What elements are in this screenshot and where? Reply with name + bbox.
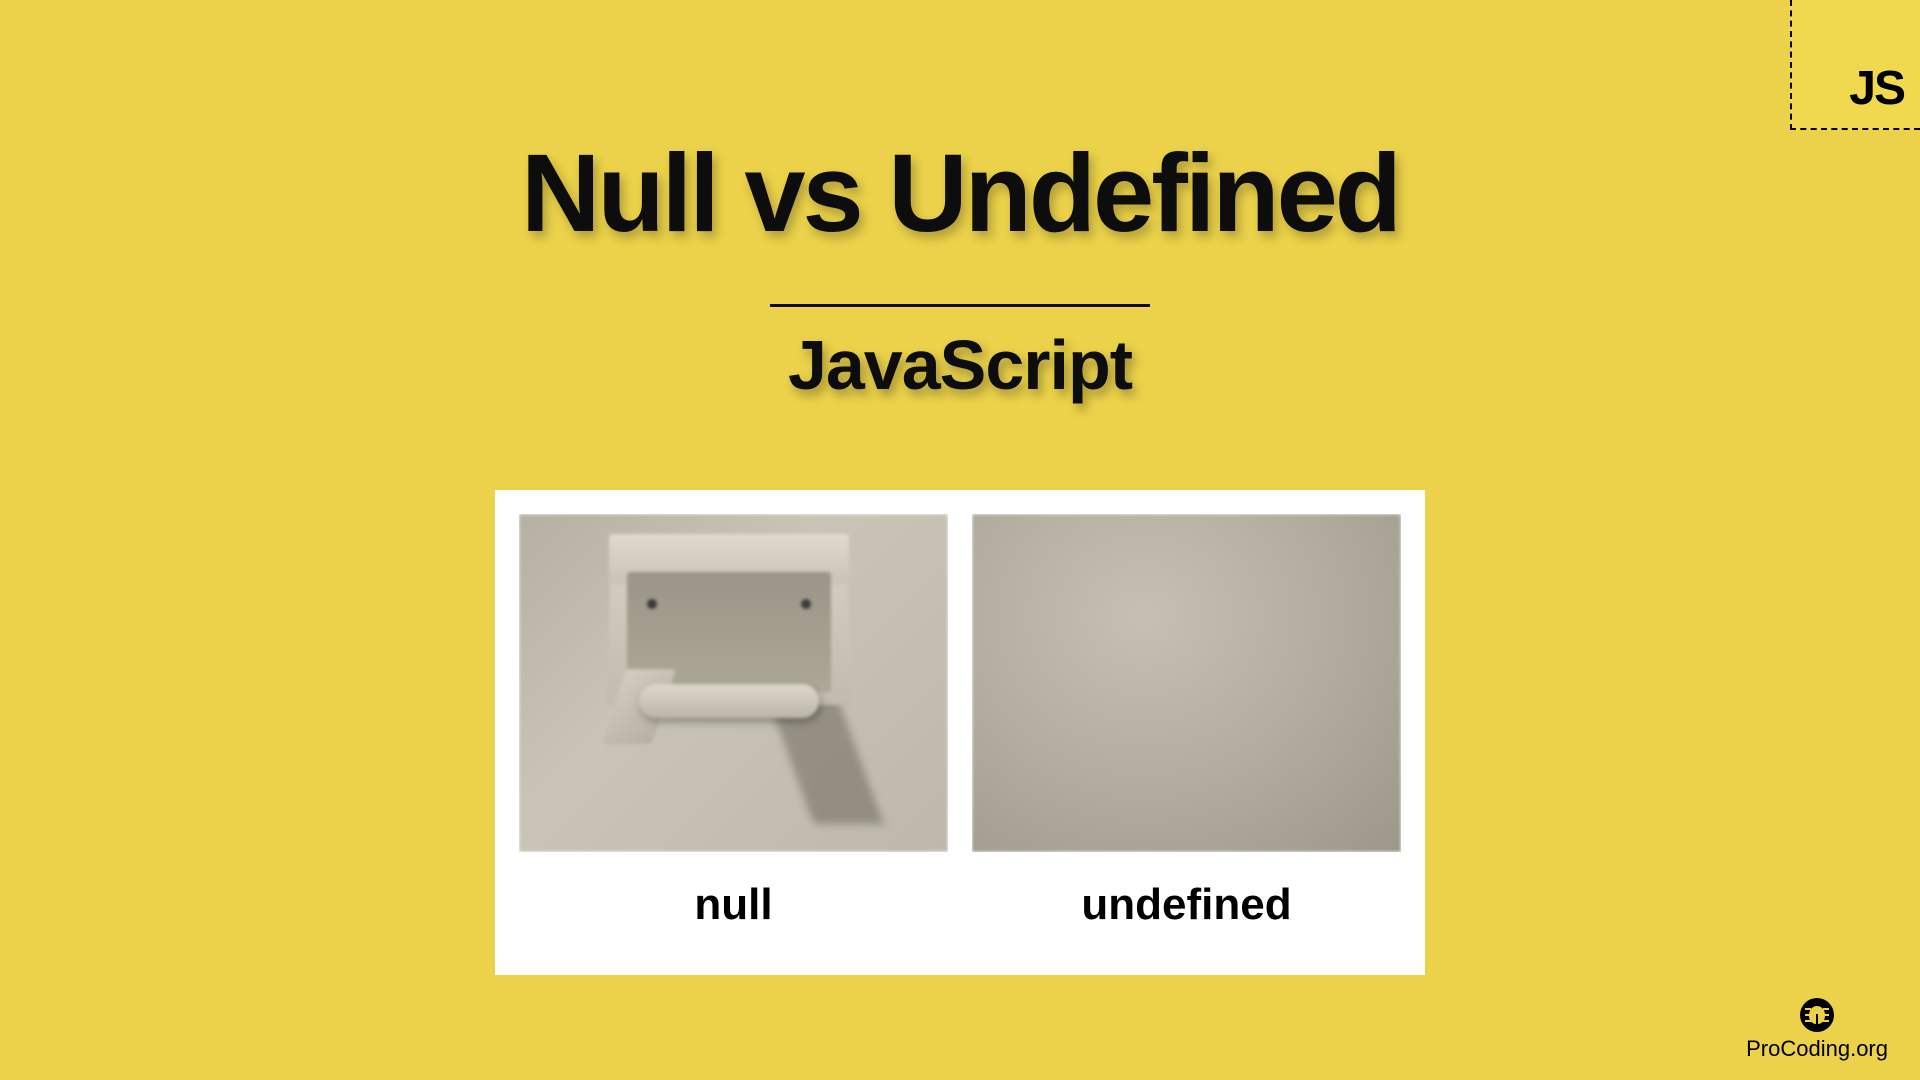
meme-panel-null: null (519, 514, 948, 951)
branding: ProCoding.org (1746, 998, 1888, 1062)
meme-container: null undefined (495, 490, 1425, 975)
page-subtitle: JavaScript (788, 325, 1132, 405)
page-title: Null vs Undefined (521, 130, 1399, 257)
meme-panel-undefined: undefined (972, 514, 1401, 951)
meme-caption-undefined: undefined (972, 880, 1401, 930)
js-badge-text: JS (1849, 61, 1904, 116)
meme-image-null (519, 514, 948, 852)
meme-caption-null: null (519, 880, 948, 930)
bug-icon (1800, 998, 1834, 1032)
meme-image-undefined (972, 514, 1401, 852)
brand-text: ProCoding.org (1746, 1036, 1888, 1062)
title-divider (770, 304, 1150, 307)
js-badge: JS (1790, 0, 1920, 130)
